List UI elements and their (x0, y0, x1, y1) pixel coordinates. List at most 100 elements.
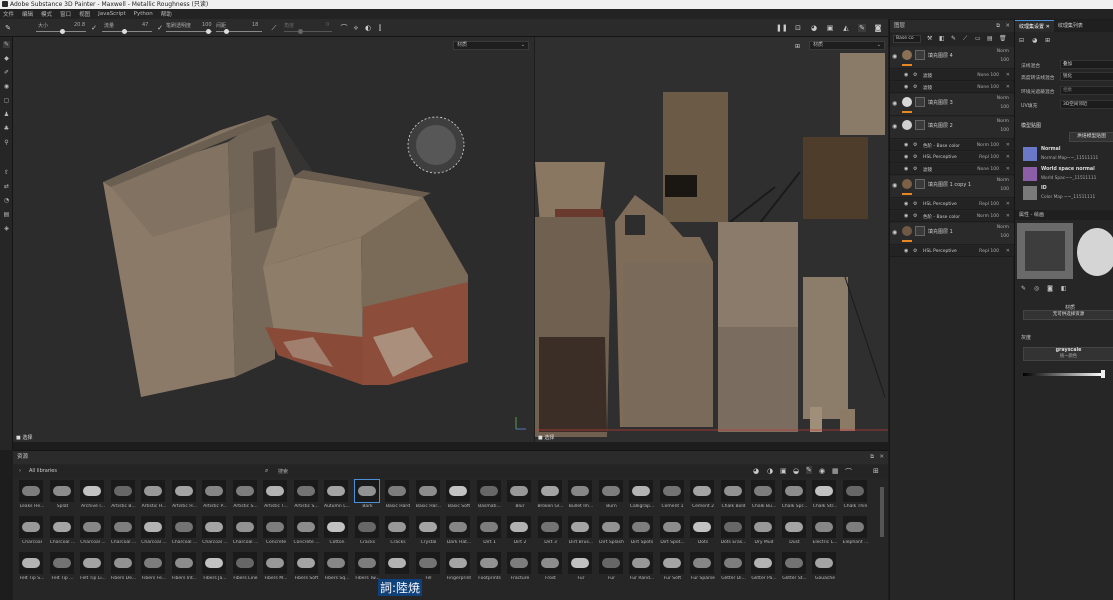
layer-effect-row[interactable]: ◉ ⚙ HSL Perceptive Repl 100 ✕ (890, 199, 1014, 210)
remove-effect-icon[interactable]: ✕ (1006, 154, 1010, 160)
color-icon[interactable]: ◎ (1034, 285, 1039, 292)
brush-asset[interactable]: Artistic S... (292, 480, 319, 512)
tab-texture-set-settings[interactable]: 纹理集设置 ✕ (1015, 20, 1054, 32)
angle-slider[interactable] (284, 31, 332, 32)
layer-effect-row[interactable]: ◉ ⚙ 色阶 - Base color Norm 100 ✕ (890, 140, 1014, 151)
menu-mode[interactable]: 模式 (41, 10, 52, 18)
brush-asset[interactable]: Felt Tip ... (48, 552, 75, 584)
add-effect-icon[interactable]: ⚒ (927, 35, 932, 42)
layer-effect-row[interactable]: ◉ ⚙ 滤镜 None 100 ✕ (890, 70, 1014, 81)
brush-asset[interactable]: Charcoal ... (48, 516, 75, 548)
brush-asset[interactable]: Frost (536, 552, 563, 584)
brush-asset[interactable]: Charcoal ... (139, 516, 167, 548)
visibility-eye-icon[interactable]: ◉ (904, 213, 908, 219)
brush-asset[interactable]: Basmati... (475, 480, 502, 512)
brush-asset[interactable]: Cement 2 (688, 480, 715, 512)
paint-tool-icon[interactable]: ✎ (3, 41, 10, 48)
brush-asset[interactable]: Fibers Tw... (353, 552, 380, 584)
brush-asset[interactable]: Dirt 3 (536, 516, 563, 548)
brush-asset[interactable]: Dirt 1 (475, 516, 502, 548)
symmetry-icon[interactable]: ⌒ (340, 24, 348, 32)
spacing-value[interactable]: 18 (252, 22, 258, 28)
visibility-eye-icon[interactable]: ◉ (892, 53, 897, 60)
remove-effect-icon[interactable]: ✕ (1006, 248, 1010, 254)
brush-asset[interactable]: Chalk Str... (810, 480, 837, 512)
layer-opacity[interactable]: 100 (1000, 128, 1009, 133)
brush-asset[interactable]: Charcoal ... (231, 516, 258, 548)
effect-blend-mode[interactable]: Repl 100 (979, 249, 999, 254)
grayscale-slider[interactable] (1023, 373, 1103, 376)
grid-view-icon[interactable]: ⊞ (873, 467, 879, 475)
visibility-eye-icon[interactable]: ◉ (904, 84, 908, 90)
add-paint-layer-icon[interactable]: ✎ (951, 35, 956, 42)
brush-asset[interactable]: Charcoal ... (109, 516, 136, 548)
layer-opacity[interactable]: 100 (1000, 105, 1009, 110)
brush-asset[interactable]: Chalk Bold (719, 480, 746, 512)
layer-mask-thumb[interactable] (915, 50, 925, 60)
channel-dropdown[interactable]: Base co (893, 35, 921, 43)
remove-effect-icon[interactable]: ✕ (1006, 166, 1010, 172)
layer-mask-thumb[interactable] (915, 120, 925, 130)
size-value[interactable]: 20.8 (74, 22, 85, 28)
menu-view[interactable]: 视图 (79, 10, 90, 18)
brush-asset[interactable]: Crystal (414, 516, 441, 548)
close-icon[interactable]: ✕ (1005, 20, 1010, 32)
search-input[interactable]: 搜索 (278, 468, 288, 475)
material-icon[interactable]: ◕ (1032, 37, 1037, 44)
brush-asset[interactable]: Elephant ... (841, 516, 868, 548)
effect-blend-mode[interactable]: None 100 (977, 167, 999, 172)
assets-scrollbar[interactable] (880, 487, 884, 537)
layer-row[interactable]: ◉ 填充图层 1 Norm 100 (890, 223, 1014, 245)
layer-opacity[interactable]: 100 (1000, 187, 1009, 192)
layer-opacity[interactable]: 100 (1000, 234, 1009, 239)
size-slider-knob[interactable] (60, 29, 65, 34)
bake-mesh-maps-button[interactable]: 烘焙模型贴图 (1069, 132, 1113, 142)
brush-asset[interactable]: Dirt Spot... (658, 516, 685, 548)
brush-asset[interactable]: Basic Har... (414, 480, 441, 512)
menu-file[interactable]: 文件 (3, 10, 14, 18)
angle-value[interactable]: 0 (326, 22, 329, 28)
layer-blend-mode[interactable]: Norm (997, 119, 1009, 124)
brush-asset[interactable]: Charcoal ... (170, 516, 197, 548)
brush-asset[interactable]: Artistic P... (200, 480, 227, 512)
brush-asset[interactable]: Concrete (261, 516, 288, 548)
filter-procedurals-icon[interactable]: ⌒ (845, 467, 852, 477)
add-fill-layer-icon[interactable]: ⟋ (963, 35, 967, 43)
brush-asset[interactable]: Basic Hard (383, 480, 410, 512)
flow-pressure-icon[interactable]: ✓ (156, 24, 164, 32)
material-selector[interactable]: 无可供选择资源 (1023, 310, 1113, 320)
layer-effect-row[interactable]: ◉ ⚙ HSL Perceptive Repl 100 ✕ (890, 152, 1014, 163)
brush-asset[interactable]: Chalk Thin (841, 480, 868, 512)
brush-asset[interactable]: Electric L... (810, 516, 837, 548)
layer-effect-row[interactable]: ◉ ⚙ 色阶 - Base color Norm 100 ✕ (890, 211, 1014, 222)
brush-asset[interactable]: Artistic B... (109, 480, 136, 512)
export-icon[interactable]: ⇧ (3, 169, 10, 176)
camera-icon[interactable]: ⊡ (794, 24, 802, 32)
mirror-icon[interactable]: ⫿ (376, 24, 384, 32)
close-icon[interactable]: ✕ (879, 451, 884, 464)
brush-asset[interactable]: Dirt Splash (597, 516, 624, 548)
brush-asset[interactable]: Dry Mud (749, 516, 776, 548)
flow-slider[interactable] (102, 31, 152, 32)
visibility-eye-icon[interactable]: ◉ (892, 100, 897, 107)
brush-asset[interactable]: Bark (353, 479, 380, 512)
paint-mode-icon[interactable]: ✎ (858, 24, 866, 32)
brush-asset[interactable]: Charcoal ... (200, 516, 228, 548)
layer-blend-mode[interactable]: Norm (997, 49, 1009, 54)
brush-asset[interactable]: Dark Hat... (444, 516, 471, 548)
filter-alphas-icon[interactable]: ▦ (832, 467, 839, 475)
brush-asset[interactable]: Dots Eras... (719, 516, 746, 548)
brush-asset[interactable]: Calligrap... (627, 480, 654, 512)
brush-asset[interactable]: Gouache (810, 552, 837, 584)
map-item-id[interactable]: ID Color Map ~~_11511111 (1023, 184, 1113, 203)
viewport-3d[interactable]: 材质 ⌄ ■ 选择 (13, 37, 534, 442)
delete-layer-icon[interactable]: 🗑 (999, 35, 1007, 42)
ao-blend-dropdown[interactable]: 相乘 (1060, 86, 1113, 95)
viewport-2d[interactable]: 材质 ⌄ ⊞ ■ 选择 (535, 37, 888, 442)
brush-asset[interactable]: Fur Sparse (688, 552, 715, 584)
log-icon[interactable]: ▤ (3, 211, 10, 218)
brush-asset[interactable]: Basic Soft (444, 480, 471, 512)
bake-icon[interactable]: ◭ (842, 24, 850, 32)
brush-asset[interactable]: Fracture (505, 552, 532, 584)
brush-asset[interactable]: Archive I... (78, 480, 105, 512)
